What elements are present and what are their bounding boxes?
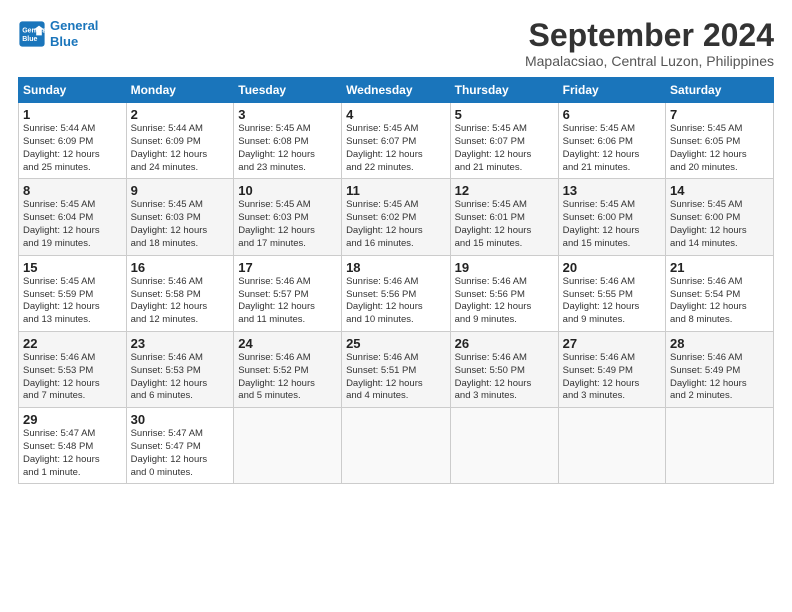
location-subtitle: Mapalacsiao, Central Luzon, Philippines: [525, 53, 774, 69]
calendar-table: Sunday Monday Tuesday Wednesday Thursday…: [18, 77, 774, 484]
table-row: 13Sunrise: 5:45 AMSunset: 6:00 PMDayligh…: [558, 179, 665, 255]
table-row: 18Sunrise: 5:46 AMSunset: 5:56 PMDayligh…: [342, 255, 451, 331]
col-friday: Friday: [558, 78, 665, 103]
table-row: [666, 408, 774, 484]
table-row: 26Sunrise: 5:46 AMSunset: 5:50 PMDayligh…: [450, 331, 558, 407]
table-row: 19Sunrise: 5:46 AMSunset: 5:56 PMDayligh…: [450, 255, 558, 331]
logo-line2: Blue: [50, 34, 78, 49]
table-row: [450, 408, 558, 484]
table-row: 27Sunrise: 5:46 AMSunset: 5:49 PMDayligh…: [558, 331, 665, 407]
col-monday: Monday: [126, 78, 234, 103]
table-row: 28Sunrise: 5:46 AMSunset: 5:49 PMDayligh…: [666, 331, 774, 407]
table-row: 14Sunrise: 5:45 AMSunset: 6:00 PMDayligh…: [666, 179, 774, 255]
col-thursday: Thursday: [450, 78, 558, 103]
title-block: September 2024 Mapalacsiao, Central Luzo…: [525, 18, 774, 69]
table-row: 22Sunrise: 5:46 AMSunset: 5:53 PMDayligh…: [19, 331, 127, 407]
month-title: September 2024: [525, 18, 774, 53]
table-row: 29Sunrise: 5:47 AMSunset: 5:48 PMDayligh…: [19, 408, 127, 484]
table-row: 15Sunrise: 5:45 AMSunset: 5:59 PMDayligh…: [19, 255, 127, 331]
table-row: [342, 408, 451, 484]
logo: General Blue General Blue: [18, 18, 98, 49]
col-wednesday: Wednesday: [342, 78, 451, 103]
page-header: General Blue General Blue September 2024…: [18, 18, 774, 69]
table-row: 4Sunrise: 5:45 AMSunset: 6:07 PMDaylight…: [342, 103, 451, 179]
table-row: 10Sunrise: 5:45 AMSunset: 6:03 PMDayligh…: [234, 179, 342, 255]
table-row: 24Sunrise: 5:46 AMSunset: 5:52 PMDayligh…: [234, 331, 342, 407]
table-row: 30Sunrise: 5:47 AMSunset: 5:47 PMDayligh…: [126, 408, 234, 484]
table-row: 17Sunrise: 5:46 AMSunset: 5:57 PMDayligh…: [234, 255, 342, 331]
table-row: 7Sunrise: 5:45 AMSunset: 6:05 PMDaylight…: [666, 103, 774, 179]
col-saturday: Saturday: [666, 78, 774, 103]
table-row: 2Sunrise: 5:44 AMSunset: 6:09 PMDaylight…: [126, 103, 234, 179]
table-row: [558, 408, 665, 484]
table-row: 8Sunrise: 5:45 AMSunset: 6:04 PMDaylight…: [19, 179, 127, 255]
svg-text:Blue: Blue: [22, 36, 37, 43]
col-sunday: Sunday: [19, 78, 127, 103]
table-row: 21Sunrise: 5:46 AMSunset: 5:54 PMDayligh…: [666, 255, 774, 331]
table-row: 5Sunrise: 5:45 AMSunset: 6:07 PMDaylight…: [450, 103, 558, 179]
table-row: 16Sunrise: 5:46 AMSunset: 5:58 PMDayligh…: [126, 255, 234, 331]
table-row: 6Sunrise: 5:45 AMSunset: 6:06 PMDaylight…: [558, 103, 665, 179]
table-row: 20Sunrise: 5:46 AMSunset: 5:55 PMDayligh…: [558, 255, 665, 331]
table-row: [234, 408, 342, 484]
table-row: 11Sunrise: 5:45 AMSunset: 6:02 PMDayligh…: [342, 179, 451, 255]
table-row: 12Sunrise: 5:45 AMSunset: 6:01 PMDayligh…: [450, 179, 558, 255]
col-tuesday: Tuesday: [234, 78, 342, 103]
table-row: 1Sunrise: 5:44 AMSunset: 6:09 PMDaylight…: [19, 103, 127, 179]
logo-icon: General Blue: [18, 20, 46, 48]
logo-line1: General: [50, 18, 98, 33]
table-row: 25Sunrise: 5:46 AMSunset: 5:51 PMDayligh…: [342, 331, 451, 407]
table-row: 9Sunrise: 5:45 AMSunset: 6:03 PMDaylight…: [126, 179, 234, 255]
calendar-header-row: Sunday Monday Tuesday Wednesday Thursday…: [19, 78, 774, 103]
page-container: General Blue General Blue September 2024…: [0, 0, 792, 494]
table-row: 23Sunrise: 5:46 AMSunset: 5:53 PMDayligh…: [126, 331, 234, 407]
table-row: 3Sunrise: 5:45 AMSunset: 6:08 PMDaylight…: [234, 103, 342, 179]
